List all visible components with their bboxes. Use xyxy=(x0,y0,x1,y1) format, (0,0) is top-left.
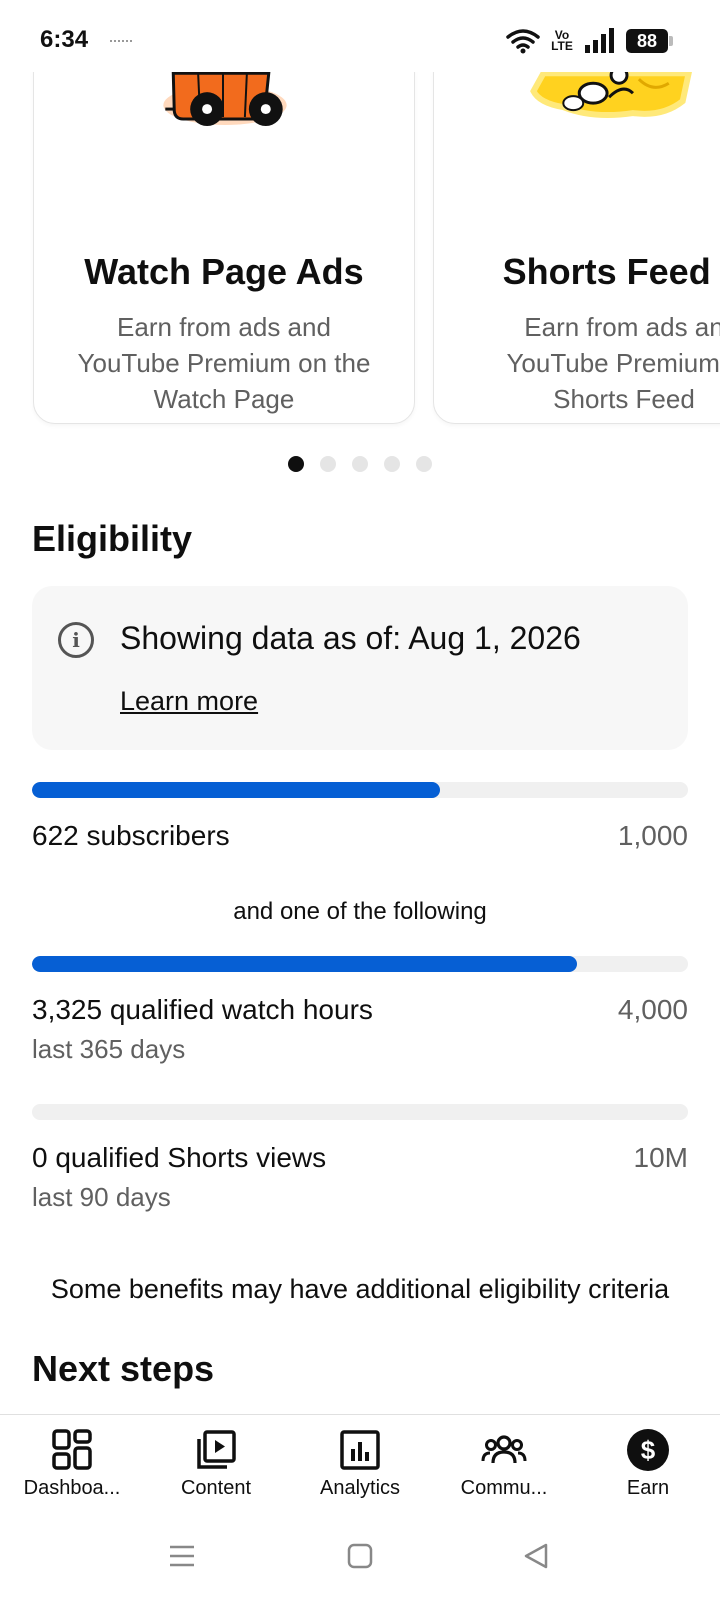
dashboard-icon xyxy=(52,1429,92,1470)
nav-label: Dashboa... xyxy=(23,1477,121,1499)
info-icon: i xyxy=(58,622,94,658)
home-icon[interactable] xyxy=(346,1542,374,1570)
carousel-card-watch-page-ads[interactable]: Watch Page Ads Earn from ads and YouTube… xyxy=(33,72,415,424)
card-description: Earn from ads an YouTube Premium ir Shor… xyxy=(506,312,720,414)
subscribers-progress-bar xyxy=(32,782,688,798)
carousel-dot[interactable] xyxy=(288,456,304,472)
wifi-icon xyxy=(506,29,540,54)
watch-hours-target: 4,000 xyxy=(617,994,688,1025)
nav-label: Earn xyxy=(626,1477,670,1499)
battery-indicator: 88 xyxy=(626,29,673,53)
notification-dots-icon xyxy=(110,40,132,44)
watch-hours-progress-bar xyxy=(32,956,688,972)
signal-icon xyxy=(585,28,614,53)
benefits-carousel[interactable]: Watch Page Ads Earn from ads and YouTube… xyxy=(0,72,720,432)
volte-indicator: Vo LTE xyxy=(551,28,573,53)
shorts-illustration-icon xyxy=(530,72,692,119)
card-description: Earn from ads and YouTube Premium on the… xyxy=(77,312,371,414)
subscribers-label: 622 subscribers xyxy=(32,820,230,851)
svg-text:$: $ xyxy=(641,1435,656,1465)
eligibility-heading: Eligibility xyxy=(32,518,193,559)
carousel-card-shorts-feed-ads[interactable]: Shorts Feed A Earn from ads an YouTube P… xyxy=(433,72,720,424)
following-connector-text: and one of the following xyxy=(233,898,487,925)
watch-hours-label: 3,325 qualified watch hours xyxy=(32,994,373,1025)
carousel-dot[interactable] xyxy=(416,456,432,472)
nav-community[interactable]: Commu... xyxy=(432,1415,576,1524)
learn-more-link[interactable]: Learn more xyxy=(120,686,258,717)
bottom-navigation: Dashboa... Content Analytics Commu... $ … xyxy=(0,1414,720,1524)
community-icon xyxy=(481,1435,527,1464)
eligibility-note: Some benefits may have additional eligib… xyxy=(50,1274,670,1304)
shorts-views-progress-bar xyxy=(32,1104,688,1120)
card-title: Watch Page Ads xyxy=(84,251,364,292)
next-steps-heading: Next steps xyxy=(32,1348,215,1389)
status-bar: 6:34 Vo LTE 88 xyxy=(0,0,720,72)
cart-illustration-icon xyxy=(163,72,287,126)
back-icon[interactable] xyxy=(522,1542,550,1570)
data-date-text: Showing data as of: Aug 1, 2026 xyxy=(120,620,581,656)
status-time: 6:34 xyxy=(40,26,89,53)
carousel-dot[interactable] xyxy=(384,456,400,472)
subscribers-target: 1,000 xyxy=(617,820,688,851)
nav-content[interactable]: Content xyxy=(144,1415,288,1524)
carousel-dot[interactable] xyxy=(320,456,336,472)
watch-hours-period: last 365 days xyxy=(32,1034,186,1064)
shorts-views-period: last 90 days xyxy=(32,1182,171,1212)
nav-analytics[interactable]: Analytics xyxy=(288,1415,432,1524)
system-navigation-bar xyxy=(0,1524,720,1600)
data-date-info-box: i Showing data as of: Aug 1, 2026 Learn … xyxy=(32,586,688,750)
nav-label: Commu... xyxy=(460,1477,548,1499)
nav-earn[interactable]: $ Earn xyxy=(576,1415,720,1524)
status-icons: Vo LTE 88 xyxy=(506,26,673,56)
carousel-dot[interactable] xyxy=(352,456,368,472)
analytics-icon xyxy=(340,1430,380,1470)
nav-label: Content xyxy=(180,1477,252,1499)
recent-apps-icon[interactable] xyxy=(168,1542,196,1570)
nav-dashboard[interactable]: Dashboa... xyxy=(0,1415,144,1524)
shorts-views-label: 0 qualified Shorts views xyxy=(32,1142,327,1173)
shorts-views-target: 10M xyxy=(633,1142,688,1173)
watch-hours-progress-fill xyxy=(32,956,578,972)
nav-label: Analytics xyxy=(319,1477,401,1499)
earn-icon: $ xyxy=(627,1429,669,1471)
subscribers-progress-fill xyxy=(32,782,441,798)
carousel-page-indicator[interactable] xyxy=(0,456,720,472)
card-title: Shorts Feed A xyxy=(502,251,720,292)
content-icon xyxy=(197,1430,236,1469)
